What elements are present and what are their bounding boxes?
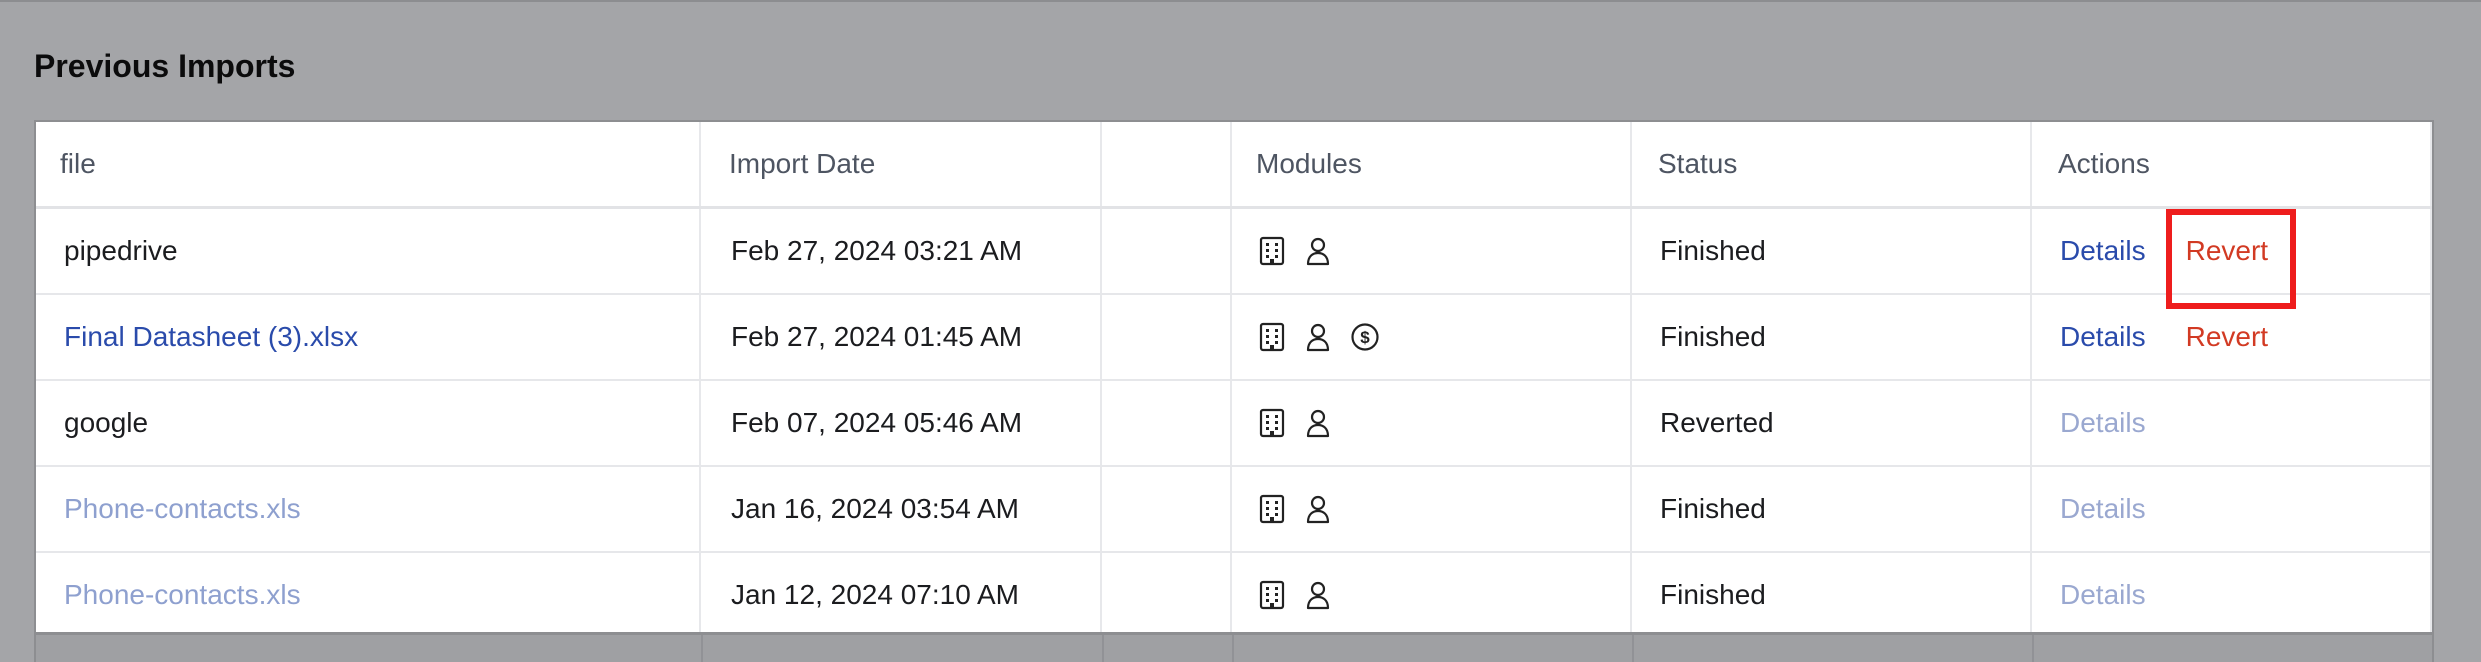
file-name: pipedrive — [64, 235, 178, 266]
import-date-cell: Jan 16, 2024 03:54 AM — [701, 467, 1102, 551]
table-bottom-overlay — [36, 632, 2432, 662]
file-cell: google — [36, 381, 701, 465]
modules-cell — [1232, 467, 1632, 551]
status-cell: Finished — [1632, 553, 2032, 632]
column-header-blank — [1102, 122, 1232, 206]
top-divider — [0, 0, 2481, 2]
actions-cell: Details — [2032, 381, 2432, 465]
column-divider — [1632, 635, 1634, 662]
dollar-circle-icon: $ — [1350, 322, 1380, 352]
file-cell: pipedrive — [36, 209, 701, 293]
details-link[interactable]: Details — [2060, 321, 2146, 353]
blank-cell — [1102, 209, 1232, 293]
file-cell: Phone-contacts.xls — [36, 553, 701, 632]
status-cell: Finished — [1632, 295, 2032, 379]
section-title: Previous Imports — [34, 48, 296, 84]
import-date-cell: Feb 27, 2024 01:45 AM — [701, 295, 1102, 379]
svg-text:$: $ — [1360, 328, 1370, 347]
blank-cell — [1102, 467, 1232, 551]
column-divider — [2032, 635, 2034, 662]
details-link[interactable]: Details — [2060, 493, 2146, 525]
actions-cell: Details Revert — [2032, 209, 2432, 309]
table-row: pipedrive Feb 27, 2024 03:21 AM Finished… — [36, 209, 2432, 309]
details-link[interactable]: Details — [2060, 235, 2146, 267]
person-icon — [1304, 408, 1332, 438]
status-cell: Reverted — [1632, 381, 2032, 465]
details-link[interactable]: Details — [2060, 407, 2146, 439]
table-row: Phone-contacts.xls Jan 16, 2024 03:54 AM… — [36, 467, 2432, 553]
modules-cell — [1232, 209, 1632, 293]
file-link[interactable]: Phone-contacts.xls — [64, 493, 301, 525]
table-row: Phone-contacts.xls Jan 12, 2024 07:10 AM… — [36, 553, 2432, 632]
column-divider — [701, 635, 703, 662]
column-divider — [1102, 635, 1104, 662]
column-header-status: Status — [1632, 122, 2032, 206]
blank-cell — [1102, 295, 1232, 379]
file-name: google — [64, 407, 149, 438]
modules-cell: $ — [1232, 295, 1632, 379]
actions-cell: Details — [2032, 553, 2432, 632]
actions-cell: Details Revert — [2032, 295, 2432, 379]
person-icon — [1304, 236, 1332, 266]
file-link[interactable]: Final Datasheet (3).xlsx — [64, 321, 358, 353]
table-header-row: file Import Date Modules Status Actions — [36, 122, 2432, 209]
revert-link[interactable]: Revert — [2186, 321, 2268, 353]
table-row: Final Datasheet (3).xlsx Feb 27, 2024 01… — [36, 295, 2432, 381]
building-icon — [1258, 494, 1286, 524]
person-icon — [1304, 580, 1332, 610]
actions-cell: Details — [2032, 467, 2432, 551]
file-cell: Phone-contacts.xls — [36, 467, 701, 551]
file-cell: Final Datasheet (3).xlsx — [36, 295, 701, 379]
blank-cell — [1102, 381, 1232, 465]
modules-cell — [1232, 381, 1632, 465]
person-icon — [1304, 494, 1332, 524]
file-link[interactable]: Phone-contacts.xls — [64, 579, 301, 611]
column-header-import-date: Import Date — [701, 122, 1102, 206]
blank-cell — [1102, 553, 1232, 632]
table-row: google Feb 07, 2024 05:46 AM Reverted De… — [36, 381, 2432, 467]
building-icon — [1258, 408, 1286, 438]
status-cell: Finished — [1632, 467, 2032, 551]
person-icon — [1304, 322, 1332, 352]
import-date-cell: Jan 12, 2024 07:10 AM — [701, 553, 1102, 632]
modules-cell — [1232, 553, 1632, 632]
column-header-actions: Actions — [2032, 122, 2432, 206]
import-date-cell: Feb 07, 2024 05:46 AM — [701, 381, 1102, 465]
building-icon — [1258, 236, 1286, 266]
imports-table: file Import Date Modules Status Actions … — [36, 122, 2432, 632]
building-icon — [1258, 580, 1286, 610]
status-cell: Finished — [1632, 209, 2032, 293]
details-link[interactable]: Details — [2060, 579, 2146, 611]
import-date-cell: Feb 27, 2024 03:21 AM — [701, 209, 1102, 293]
column-divider — [1232, 635, 1234, 662]
building-icon — [1258, 322, 1286, 352]
column-header-modules: Modules — [1232, 122, 1632, 206]
column-header-file: file — [36, 122, 701, 206]
revert-link[interactable]: Revert — [2165, 209, 2297, 309]
